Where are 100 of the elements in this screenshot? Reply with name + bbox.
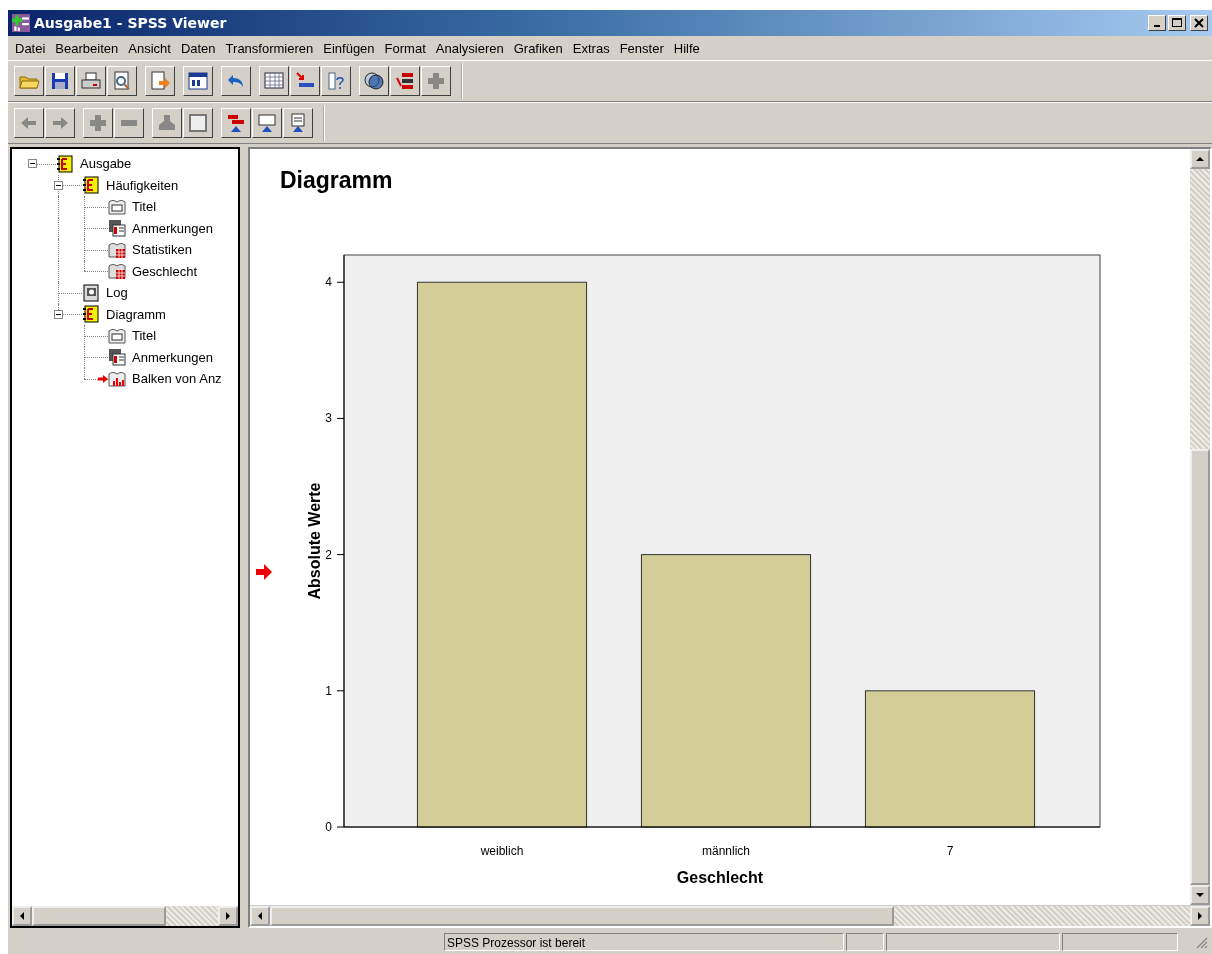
table-icon — [108, 240, 126, 259]
toolbar-button[interactable] — [14, 108, 44, 138]
toolbar-button[interactable] — [83, 108, 113, 138]
resize-grip-icon — [1194, 935, 1208, 949]
toolbar-button[interactable] — [114, 108, 144, 138]
minimize-icon — [1154, 25, 1160, 27]
tree-item[interactable]: Titel — [132, 199, 157, 215]
tree-item[interactable]: Ausgabe — [80, 156, 132, 172]
status-pane — [846, 933, 884, 951]
toolbar-button[interactable] — [283, 108, 313, 138]
toolbar-button[interactable] — [221, 108, 251, 138]
category-label: männlich — [702, 844, 750, 858]
tree-item[interactable]: Statistiken — [132, 242, 192, 258]
menu-item[interactable]: Analysieren — [430, 40, 509, 56]
up-arrow-icon — [1196, 156, 1204, 162]
insert-title-icon — [256, 112, 278, 134]
toolbar-button[interactable] — [107, 66, 137, 96]
toolbar-button[interactable] — [152, 108, 182, 138]
tick-label: 3 — [325, 411, 332, 426]
table-icon — [108, 262, 126, 281]
tick-label: 0 — [325, 820, 332, 834]
toolbar-button[interactable] — [221, 66, 251, 96]
tree-item[interactable]: Log — [106, 285, 128, 301]
minus-icon — [121, 120, 137, 126]
status-message: SPSS Prozessor ist bereit — [444, 933, 844, 951]
menu-item[interactable]: Ansicht — [123, 40, 176, 56]
toolbar-button[interactable] — [76, 66, 106, 96]
help-icon — [325, 70, 347, 92]
menu-item[interactable]: Datei — [10, 40, 51, 56]
tree-item[interactable]: Titel — [132, 328, 157, 344]
left-arrow-icon — [19, 912, 25, 920]
tree-item[interactable]: Geschlecht — [132, 263, 198, 279]
toolbar-button[interactable] — [183, 108, 213, 138]
maximize-button[interactable] — [1168, 15, 1186, 31]
notes-icon — [108, 348, 126, 367]
menu-item[interactable]: Format — [379, 40, 431, 56]
axis-title: Geschlecht — [676, 869, 764, 886]
circles-icon — [363, 70, 385, 92]
toolbar-button[interactable] — [145, 66, 175, 96]
close-button[interactable] — [1190, 15, 1208, 31]
tree-item[interactable]: Anmerkungen — [132, 220, 213, 236]
toolbar-button[interactable] — [390, 66, 420, 96]
window-title: Ausgabe1 - SPSS Viewer — [34, 15, 227, 31]
tick-label: 1 — [325, 683, 332, 698]
plus-icon — [425, 70, 447, 92]
tree-item[interactable]: Diagramm — [106, 306, 166, 322]
square-icon — [187, 112, 209, 134]
app-icon — [12, 14, 30, 32]
notes-icon — [108, 219, 126, 238]
log-icon — [82, 283, 100, 302]
menu-item[interactable]: Einfügen — [318, 40, 380, 56]
tree-item[interactable]: Anmerkungen — [132, 349, 213, 365]
toolbar-button[interactable] — [259, 66, 289, 96]
menu-item[interactable]: Fenster — [614, 40, 669, 56]
toolbar-button[interactable] — [359, 66, 389, 96]
outline-icon — [394, 70, 416, 92]
horizontal-scrollbar[interactable] — [12, 906, 238, 926]
collapse-icon[interactable] — [28, 159, 37, 168]
printer-icon — [80, 70, 102, 92]
axis-title: Absolute Werte — [306, 482, 323, 600]
window-icon — [187, 70, 209, 92]
output-heading: Diagramm — [279, 166, 394, 195]
vertical-scrollbar[interactable] — [1190, 149, 1210, 905]
collapse-icon[interactable] — [54, 309, 63, 319]
close-icon — [1194, 18, 1204, 28]
collapse-icon[interactable] — [54, 180, 63, 190]
menu-item[interactable]: Grafiken — [508, 40, 568, 56]
down-arrow-icon — [1196, 892, 1204, 898]
horizontal-scrollbar[interactable] — [250, 905, 1210, 926]
menu-item[interactable]: Hilfe — [668, 40, 705, 56]
right-arrow-icon — [225, 912, 231, 920]
tick-label: 2 — [325, 547, 332, 562]
toolbar-button[interactable] — [45, 66, 75, 96]
toolbar-button[interactable] — [421, 66, 451, 96]
minimize-button[interactable] — [1148, 15, 1166, 31]
book-icon — [56, 154, 74, 173]
current-arrow-icon — [98, 374, 108, 383]
menu-item[interactable]: Extras — [567, 40, 615, 56]
bar-chart-icon — [108, 369, 126, 388]
toolbar-button[interactable] — [14, 66, 44, 96]
menu-item[interactable]: Daten — [175, 40, 221, 56]
title-page-icon — [108, 197, 126, 216]
menu-item[interactable]: Bearbeiten — [50, 40, 124, 56]
title-page-icon — [108, 326, 126, 345]
category-label: 7 — [946, 844, 954, 858]
toolbar-button[interactable] — [252, 108, 282, 138]
tree-item[interactable]: Balken von Anz — [132, 371, 222, 387]
toolbar-button[interactable] — [183, 66, 213, 96]
book-icon — [82, 176, 100, 195]
plus-icon — [87, 112, 109, 134]
left-arrow-icon — [257, 912, 263, 920]
tick-label: 4 — [325, 275, 332, 290]
table-grid-icon — [263, 70, 285, 92]
toolbar-button[interactable] — [45, 108, 75, 138]
maximize-icon — [1172, 18, 1182, 28]
menu-item[interactable]: Transformieren — [220, 40, 319, 56]
category-label: weiblich — [480, 844, 524, 858]
tree-item[interactable]: Häufigkeiten — [106, 177, 179, 193]
toolbar-button[interactable] — [290, 66, 320, 96]
toolbar-button[interactable] — [321, 66, 351, 96]
